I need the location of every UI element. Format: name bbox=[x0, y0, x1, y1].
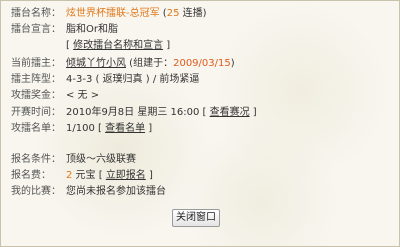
built-date: 2009/03/15 bbox=[173, 58, 231, 69]
fee-close: ] bbox=[145, 170, 153, 181]
fee-row: 报名费： 2 元宝 [ 立即报名 ] bbox=[11, 169, 153, 183]
condition-label: 报名条件： bbox=[11, 154, 61, 165]
arena-info-dialog: 擂台名称： 炫世界杯擂联-总冠军 (25 连播) 擂台宣言： 脂和Or和脂 [ 修改… bbox=[0, 0, 400, 247]
prize-value: < 无 > bbox=[66, 90, 100, 101]
arena-count-suffix: 连播) bbox=[179, 8, 207, 19]
start-time-row: 开赛时间： 2010年9月8日 星期三 16:00 [ 查看赛况 ] bbox=[11, 106, 257, 120]
arena-slogan-row: 擂台宣言： 脂和Or和脂 bbox=[11, 23, 118, 37]
built-suffix: ) bbox=[230, 58, 235, 69]
formation-row: 擂主阵型： 4-3-3 ( 返璞归真 ) / 前场紧逼 bbox=[11, 73, 199, 87]
arena-count-open: ( bbox=[159, 8, 167, 19]
built-prefix: (组建于： bbox=[126, 58, 174, 69]
roster-label: 攻擂名单： bbox=[11, 123, 61, 134]
current-owner-link[interactable]: 倾城丫竹小风 bbox=[66, 58, 126, 69]
edit-bracket-close: ] bbox=[163, 40, 171, 51]
arena-name-row: 擂台名称： 炫世界杯擂联-总冠军 (25 连播) bbox=[11, 7, 207, 21]
edit-arena-row: [ 修改擂台名称和宣言 ] bbox=[66, 39, 170, 53]
formation-value: 4-3-3 ( 返璞归真 ) / 前场紧逼 bbox=[66, 74, 200, 85]
close-window-button[interactable]: 关闭窗口 bbox=[172, 209, 220, 227]
fee-unit: 元宝 [ bbox=[72, 170, 106, 181]
fee-label: 报名费： bbox=[11, 170, 51, 181]
edit-arena-name-link[interactable]: 修改擂台名称和宣言 bbox=[73, 40, 163, 51]
prize-label: 攻擂奖金： bbox=[11, 90, 61, 101]
arena-name-label: 擂台名称： bbox=[11, 8, 61, 19]
roster-close: ] bbox=[145, 123, 153, 134]
my-match-value: 您尚未报名参加该擂台 bbox=[66, 186, 166, 197]
arena-name-value: 炫世界杯擂联-总冠军 bbox=[66, 8, 160, 19]
arena-slogan-value: 脂和Or和脂 bbox=[66, 24, 118, 35]
current-owner-row: 当前擂主： 倾城丫竹小风 (组建于：2009/03/15) bbox=[11, 57, 235, 71]
roster-value: 1/100 [ bbox=[66, 123, 106, 134]
prize-row: 攻擂奖金： < 无 > bbox=[11, 89, 99, 103]
my-match-label: 我的比赛： bbox=[11, 186, 61, 197]
start-time-label: 开赛时间： bbox=[11, 107, 61, 118]
arena-slogan-label: 擂台宣言： bbox=[11, 24, 61, 35]
start-time-value: 2010年9月8日 星期三 16:00 [ bbox=[66, 107, 210, 118]
my-match-row: 我的比赛： 您尚未报名参加该擂台 bbox=[11, 185, 166, 199]
formation-label: 擂主阵型： bbox=[11, 74, 61, 85]
condition-row: 报名条件： 顶级～六级联赛 bbox=[11, 153, 136, 167]
view-match-link[interactable]: 查看赛况 bbox=[210, 107, 250, 118]
start-time-close: ] bbox=[249, 107, 257, 118]
view-roster-link[interactable]: 查看名单 bbox=[105, 123, 145, 134]
condition-value: 顶级～六级联赛 bbox=[66, 154, 136, 165]
register-now-link[interactable]: 立即报名 bbox=[106, 170, 146, 181]
roster-row: 攻擂名单： 1/100 [ 查看名单 ] bbox=[11, 122, 152, 136]
arena-streak-count: 25 bbox=[166, 8, 180, 19]
current-owner-label: 当前擂主： bbox=[11, 58, 61, 69]
